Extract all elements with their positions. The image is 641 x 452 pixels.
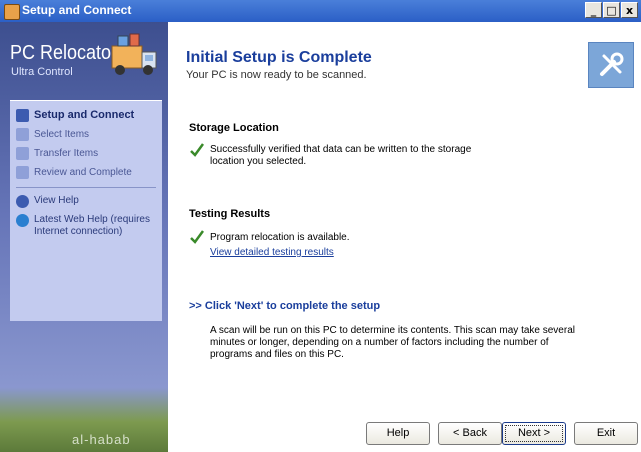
step-label: Select Items (34, 128, 90, 140)
minimize-button[interactable]: _ (585, 2, 602, 18)
storage-message-line1: Successfully verified that data can be w… (210, 144, 472, 155)
view-help-link[interactable]: View Help (16, 195, 156, 208)
next-description-line1: A scan will be run on this PC to determi… (210, 325, 575, 336)
step-label: Review and Complete (34, 166, 132, 178)
view-testing-results-link[interactable]: View detailed testing results (210, 247, 334, 258)
tools-header-icon (588, 42, 634, 88)
sidebar: PC Relocator Ultra Control Setup and Con… (0, 22, 168, 452)
title-bar: Setup and Connect _ □ x (0, 0, 641, 22)
next-instruction-title: >> Click 'Next' to complete the setup (189, 300, 381, 312)
exit-button[interactable]: Exit (574, 422, 638, 445)
help-button[interactable]: Help (366, 422, 430, 445)
watermark: al-habab (72, 432, 131, 447)
tools-icon (16, 108, 29, 122)
step-transfer-items[interactable]: Transfer Items (16, 145, 98, 161)
storage-location-title: Storage Location (189, 122, 279, 134)
step-setup-and-connect[interactable]: Setup and Connect (16, 107, 134, 123)
web-help-label: Latest Web Help (requires Internet conne… (34, 214, 150, 237)
step-label: Setup and Connect (34, 109, 135, 121)
select-items-icon (16, 127, 29, 141)
product-name: PC Relocator (10, 42, 118, 64)
globe-icon (16, 214, 29, 227)
page-title: Initial Setup is Complete (186, 49, 372, 66)
help-icon (16, 195, 29, 208)
truck-logo-icon (111, 33, 157, 75)
divider (16, 187, 156, 188)
check-icon (190, 143, 205, 157)
page-subtitle: Your PC is now ready to be scanned. (186, 69, 367, 81)
web-help-link[interactable]: Latest Web Help (requires Internet conne… (16, 214, 156, 238)
check-icon (190, 230, 205, 244)
next-button[interactable]: Next > (502, 422, 566, 445)
back-button[interactable]: < Back (438, 422, 502, 445)
review-icon (16, 165, 29, 179)
main-panel: Initial Setup is Complete Your PC is now… (168, 22, 641, 452)
transfer-arrow-icon (16, 146, 29, 160)
testing-message: Program relocation is available. (210, 232, 350, 243)
app-icon (4, 4, 20, 20)
step-label: Transfer Items (34, 147, 99, 159)
next-description: A scan will be run on this PC to determi… (210, 325, 610, 361)
steps-panel: Setup and Connect Select Items Transfer … (10, 100, 162, 321)
close-button[interactable]: x (621, 2, 638, 18)
testing-results-title: Testing Results (189, 208, 271, 220)
next-description-line3: programs and files on this PC. (210, 349, 344, 360)
window-title: Setup and Connect (22, 3, 132, 17)
next-description-line2: minutes or longer, depending on a number… (210, 337, 549, 348)
help-label: View Help (34, 195, 79, 206)
maximize-button[interactable]: □ (603, 2, 620, 18)
storage-message-line2: location you selected. (210, 156, 307, 167)
step-review-and-complete[interactable]: Review and Complete (16, 164, 132, 180)
step-select-items[interactable]: Select Items (16, 126, 89, 142)
product-edition: Ultra Control (11, 66, 73, 78)
